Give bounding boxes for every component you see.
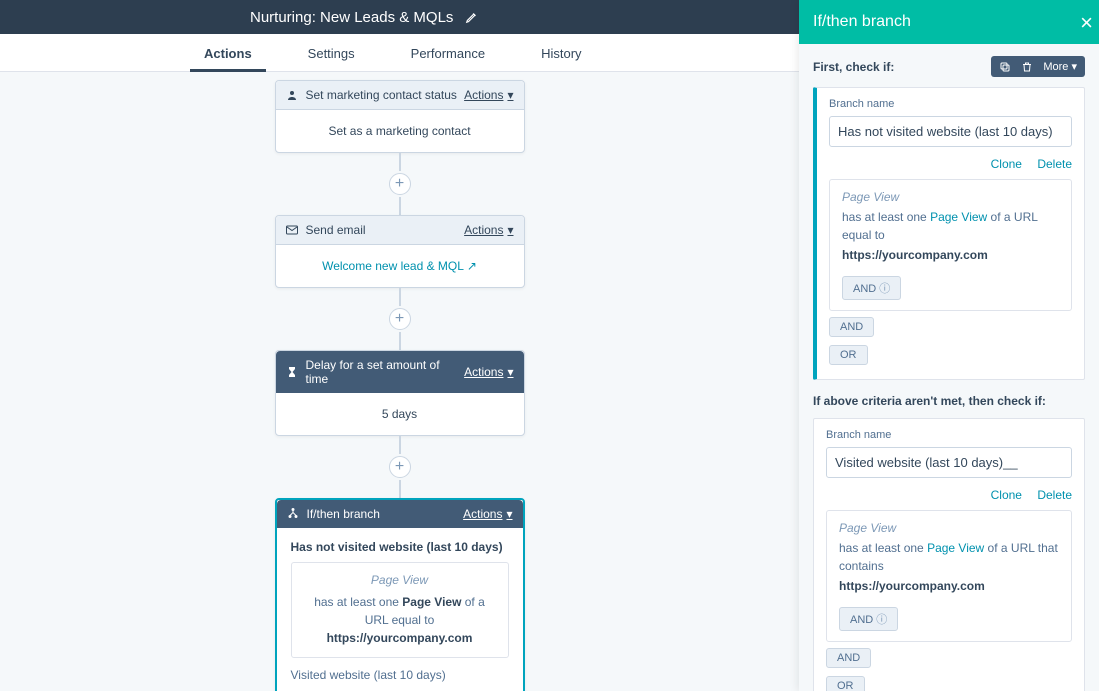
workflow-canvas[interactable]: Set marketing contact status Actions▾ Se… <box>0 72 799 691</box>
more-menu[interactable]: More ▾ <box>1043 60 1077 73</box>
clone-link[interactable]: Clone <box>991 157 1022 171</box>
filter-property-link[interactable]: Page View <box>930 210 987 224</box>
hourglass-icon <box>286 366 300 378</box>
branch-name-label: Branch name <box>829 98 1072 110</box>
user-icon <box>286 89 300 101</box>
chevron-down-icon: ▾ <box>507 223 513 237</box>
tab-history[interactable]: History <box>527 46 595 71</box>
node-body: 5 days <box>276 393 524 435</box>
side-panel: If/then branch × First, check if: More ▾… <box>799 0 1099 691</box>
tab-actions[interactable]: Actions <box>190 46 266 71</box>
and-inside-pill[interactable]: AND <box>839 607 898 631</box>
criteria-summary: Page View has at least one Page View of … <box>291 562 509 658</box>
add-action-button[interactable]: + <box>389 173 411 195</box>
add-action-button[interactable]: + <box>389 456 411 478</box>
connector <box>399 288 401 306</box>
pencil-icon[interactable] <box>465 10 479 24</box>
external-link-icon: ↗ <box>467 259 477 273</box>
filter-category: Page View <box>839 521 1059 535</box>
branch-actions: Clone Delete <box>826 488 1072 502</box>
node-header: Send email Actions▾ <box>276 216 524 245</box>
branch-1-label: Has not visited website (last 10 days) <box>291 540 509 554</box>
node-title: Send email <box>306 223 465 237</box>
close-icon[interactable]: × <box>1080 10 1093 36</box>
filter-category: Page View <box>842 190 1059 204</box>
node-send-email[interactable]: Send email Actions▾ Welcome new lead & M… <box>275 215 525 288</box>
branch-name-label: Branch name <box>826 429 1072 441</box>
filter-property-link[interactable]: Page View <box>927 541 984 555</box>
node-delay[interactable]: Delay for a set amount of time Actions▾ … <box>275 350 525 436</box>
criteria-category: Page View <box>304 573 496 587</box>
flow-column: Set marketing contact status Actions▾ Se… <box>270 80 530 691</box>
branch-block-1: Branch name Clone Delete Page View has a… <box>813 87 1085 380</box>
first-check-label: First, check if: <box>813 60 991 74</box>
node-header: If/then branch Actions▾ <box>277 500 523 528</box>
trash-icon[interactable] <box>1021 61 1033 73</box>
delete-link[interactable]: Delete <box>1037 488 1072 502</box>
branch-block-2: Branch name Clone Delete Page View has a… <box>813 418 1085 691</box>
connector <box>399 480 401 498</box>
workflow-title: Nurturing: New Leads & MQLs <box>250 9 453 26</box>
copy-icon[interactable] <box>999 61 1011 73</box>
filter-condition: has at least one Page View of a URL equa… <box>842 208 1059 244</box>
chevron-down-icon: ▾ <box>506 507 512 521</box>
branch-name-input[interactable] <box>829 116 1072 147</box>
node-actions-menu[interactable]: Actions▾ <box>464 88 513 102</box>
filter-condition: has at least one Page View of a URL that… <box>839 539 1059 575</box>
and-pill[interactable]: AND <box>826 648 871 668</box>
tab-performance[interactable]: Performance <box>397 46 499 71</box>
connector <box>399 436 401 454</box>
node-set-marketing-status[interactable]: Set marketing contact status Actions▾ Se… <box>275 80 525 153</box>
branch-name-input[interactable] <box>826 447 1072 478</box>
node-title: If/then branch <box>307 507 464 521</box>
tab-settings[interactable]: Settings <box>294 46 369 71</box>
node-actions-menu[interactable]: Actions▾ <box>464 365 513 379</box>
node-actions-menu[interactable]: Actions▾ <box>463 507 512 521</box>
email-link[interactable]: Welcome new lead & MQL ↗ <box>322 259 477 273</box>
clone-link[interactable]: Clone <box>991 488 1022 502</box>
panel-body: First, check if: More ▾ Branch name Clon… <box>799 44 1099 691</box>
connector <box>399 153 401 171</box>
branch-icon <box>287 508 301 520</box>
connector <box>399 332 401 350</box>
node-body: Welcome new lead & MQL ↗ <box>276 245 524 287</box>
or-pill[interactable]: OR <box>829 345 868 365</box>
add-action-button[interactable]: + <box>389 308 411 330</box>
panel-header: If/then branch × <box>799 0 1099 44</box>
branch-toolbar: More ▾ <box>991 56 1085 77</box>
mail-icon <box>286 225 300 235</box>
second-check-label: If above criteria aren't met, then check… <box>813 394 1085 408</box>
panel-title: If/then branch <box>813 13 911 31</box>
filter-card[interactable]: Page View has at least one Page View of … <box>829 179 1072 311</box>
filter-card[interactable]: Page View has at least one Page View of … <box>826 510 1072 642</box>
or-pill[interactable]: OR <box>826 676 865 691</box>
delete-link[interactable]: Delete <box>1037 157 1072 171</box>
node-body: Has not visited website (last 10 days) P… <box>277 528 523 691</box>
branch-2-label: Visited website (last 10 days) <box>291 668 509 682</box>
node-header: Delay for a set amount of time Actions▾ <box>276 351 524 393</box>
node-body: Set as a marketing contact <box>276 110 524 152</box>
node-title: Delay for a set amount of time <box>306 358 465 386</box>
connector <box>399 197 401 215</box>
node-header: Set marketing contact status Actions▾ <box>276 81 524 110</box>
filter-url: https://yourcompany.com <box>842 248 1059 262</box>
branch-actions: Clone Delete <box>829 157 1072 171</box>
criteria-condition: has at least one Page View of a URL equa… <box>304 593 496 647</box>
filter-url: https://yourcompany.com <box>839 579 1059 593</box>
chevron-down-icon: ▾ <box>507 365 513 379</box>
node-actions-menu[interactable]: Actions▾ <box>464 223 513 237</box>
chevron-down-icon: ▾ <box>507 88 513 102</box>
node-title: Set marketing contact status <box>306 88 465 102</box>
and-pill[interactable]: AND <box>829 317 874 337</box>
and-inside-pill[interactable]: AND <box>842 276 901 300</box>
node-if-then-branch[interactable]: If/then branch Actions▾ Has not visited … <box>275 498 525 691</box>
